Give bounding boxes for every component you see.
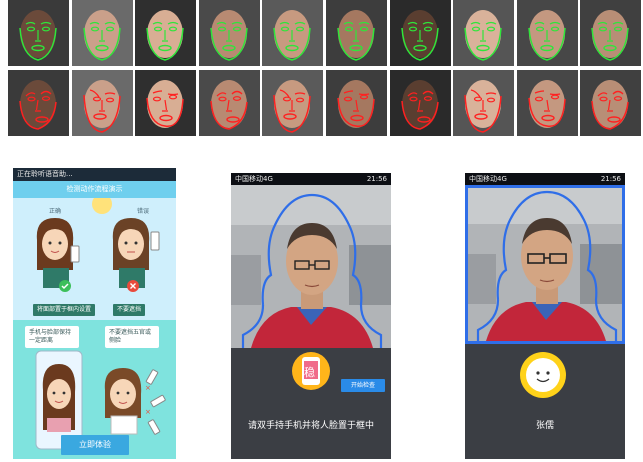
camera-scene: [231, 185, 391, 348]
tutorial-upper-panel: 正确 错误 将面部置于框内设置 不要遮挡: [13, 198, 176, 320]
result-phone-screen: 中国移动4G 21:56 张儒: [465, 173, 625, 459]
status-bar: 中国移动4G 21:56: [231, 173, 391, 185]
status-text: 正在聆听语音助...: [17, 170, 73, 178]
good-landmark-face: [580, 0, 642, 66]
good-landmark-face: [326, 0, 387, 66]
bad-landmark-face: [326, 70, 387, 136]
try-now-button[interactable]: 立即体验: [61, 435, 129, 455]
caption-wrong: 不要遮挡: [113, 304, 146, 316]
status-bar: 中国移动4G 21:56: [465, 173, 625, 185]
capture-instruction: 请双手持手机并将人脸置于框中: [247, 421, 374, 431]
check-icon: [59, 280, 71, 292]
bad-landmark-face: [71, 70, 133, 136]
start-check-button[interactable]: 开始检查: [341, 379, 385, 392]
bad-landmark-face: [516, 70, 578, 136]
carrier-text: 中国移动4G: [469, 175, 507, 183]
caption-correct: 将面部置于框内设置: [33, 304, 96, 316]
camera-preview: [231, 185, 391, 348]
good-landmark-face: [198, 0, 260, 66]
bad-landmark-face: [135, 70, 197, 136]
bad-landmark-face: [8, 70, 69, 136]
good-landmark-face: [8, 0, 69, 66]
bad-landmark-face: [453, 70, 515, 136]
bad-landmark-face: [198, 70, 260, 136]
carrier-text: 中国移动4G: [235, 175, 273, 183]
cross-icon: [127, 280, 139, 292]
tutorial-phone-screen: 正在聆听语音助... 检测动作流程演示 正确 错误 将面部置于框内设置 不要遮挡…: [13, 168, 176, 459]
girl-tilted-pose-illustration: × ×: [104, 368, 166, 435]
good-landmark-face: [389, 0, 451, 66]
tutorial-lower-panel: 手机与脸部保持一定距离 不要遮挡五官或侧脸 × × 立即体验: [13, 320, 176, 459]
bad-landmark-face: [262, 70, 324, 136]
tip-bubble-occlusion: 不要遮挡五官或侧脸: [105, 326, 159, 348]
girl-holding-phone-illustration: [36, 218, 80, 288]
bad-landmark-row: [8, 70, 642, 136]
face-landmark-grid: [8, 0, 642, 136]
svg-text:×: ×: [145, 408, 151, 416]
bad-landmark-face: [389, 70, 451, 136]
bad-landmark-face: [580, 70, 642, 136]
good-landmark-face: [516, 0, 578, 66]
recognized-name: 张儒: [535, 421, 554, 431]
time-text: 21:56: [366, 175, 387, 183]
camera-preview-recognized: [465, 185, 625, 344]
capture-phone-screen: 中国移动4G 21:56 稳 开始检查 请双手持手机并将人脸置于框中: [231, 173, 391, 459]
svg-text:×: ×: [145, 384, 151, 392]
good-landmark-face: [71, 0, 133, 66]
time-text: 21:56: [600, 175, 621, 183]
status-bar: 正在聆听语音助...: [13, 168, 176, 181]
badge-char: 稳: [304, 366, 315, 379]
good-landmark-face: [135, 0, 197, 66]
camera-scene: [468, 188, 622, 341]
tip-bubble-distance: 手机与脸部保持一定距离: [25, 326, 79, 348]
good-landmark-row: [8, 0, 642, 66]
smiley-face-icon: [520, 352, 566, 398]
good-landmark-face: [453, 0, 515, 66]
tutorial-title: 检测动作流程演示: [13, 181, 176, 198]
girl-wrong-pose-illustration: [112, 218, 160, 288]
good-landmark-face: [262, 0, 324, 66]
